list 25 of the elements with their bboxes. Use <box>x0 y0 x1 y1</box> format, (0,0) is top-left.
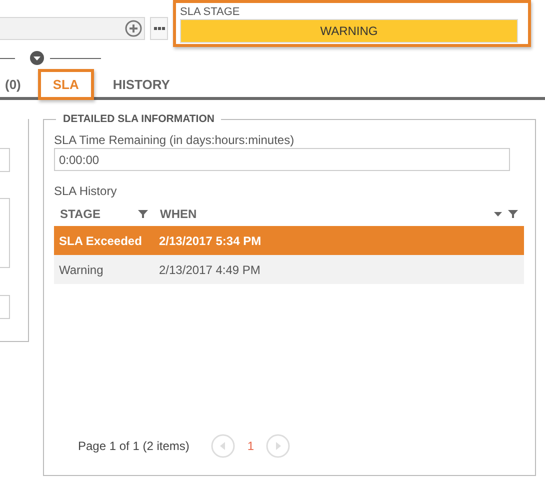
collapse-icon[interactable] <box>30 51 44 65</box>
filter-icon[interactable] <box>508 209 518 219</box>
sla-stage-label: SLA STAGE <box>180 6 241 18</box>
table-cell-text: SLA Exceeded <box>58 234 143 248</box>
input-field[interactable]: 0:00:00 <box>54 148 510 171</box>
sla-stage-value: WARNING <box>180 19 518 43</box>
sort-caret-icon[interactable] <box>494 212 502 216</box>
grid-label: SLA History <box>54 184 118 198</box>
input-field[interactable] <box>0 17 145 40</box>
table-cell-text: 2/13/2017 4:49 PM <box>158 262 262 276</box>
tab[interactable]: (0) <box>2 69 28 97</box>
field-label: SLA Time Remaining (in days:hours:minutes) <box>54 133 296 147</box>
column-header[interactable]: WHEN <box>160 207 197 221</box>
pager-summary: Page 1 of 1 (2 items) <box>78 439 190 453</box>
more-icon <box>154 27 164 30</box>
more-button[interactable] <box>150 17 168 40</box>
table-cell-text: 2/13/2017 5:34 PM <box>158 234 262 248</box>
add-icon[interactable] <box>125 20 142 37</box>
page-number[interactable]: 1 <box>235 439 266 453</box>
table-cell-text: Warning <box>58 262 104 276</box>
table-row[interactable]: Warning 2/13/2017 4:49 PM <box>54 255 524 284</box>
panel-legend: DETAILED SLA INFORMATION <box>56 113 222 125</box>
filter-icon[interactable] <box>138 209 148 219</box>
column-header[interactable]: STAGE <box>60 207 100 221</box>
tab[interactable]: HISTORY <box>98 69 185 97</box>
